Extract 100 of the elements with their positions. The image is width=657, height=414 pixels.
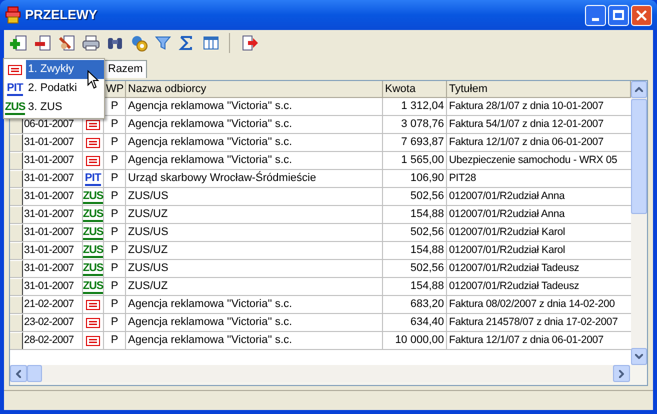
table-cell-text: P (110, 261, 118, 276)
table-cell: Agencja reklamowa ''Victoria'' s.c. (128, 316, 292, 328)
table-cell-text: P (110, 315, 118, 330)
row-selector[interactable] (10, 242, 23, 259)
scrollbar-thumb[interactable] (631, 99, 647, 214)
table-cell-text: P (110, 189, 118, 204)
row-selector[interactable] (10, 332, 23, 349)
app-icon (5, 6, 21, 24)
window-title: PRZELEWY (25, 6, 98, 24)
column-header[interactable]: Nazwa odbiorcy (126, 81, 383, 97)
close-button[interactable] (631, 4, 652, 26)
table-cell-text: P (110, 171, 118, 186)
transfer-form-icon (8, 64, 22, 74)
table-cell-text: P (110, 117, 118, 132)
menu-item[interactable]: 2. Podatki (26, 79, 104, 98)
table-cell-text: P (110, 243, 118, 258)
table-cell: ZUS/US (128, 262, 168, 274)
table-cell: Faktura 12/1/07 z dnia 06-01-2007 (449, 334, 604, 346)
table-cell: 012007/01/R2udział Karol (449, 226, 566, 238)
zus-badge: ZUS (82, 208, 104, 222)
table-cell: 31-01-2007 (24, 190, 74, 202)
mouse-pointer-icon (87, 70, 99, 89)
table-cell-text: P (110, 225, 118, 240)
horizontal-scrollbar[interactable] (10, 365, 630, 382)
caret-up-icon (635, 87, 643, 92)
table-cell: Agencja reklamowa ''Victoria'' s.c. (128, 298, 292, 310)
table-cell: 012007/01/R2udział Anna (449, 208, 565, 220)
table-cell: Faktura 28/1/07 z dnia 10-01-2007 (449, 100, 604, 112)
table-cell: Urząd skarbowy Wrocław-Śródmieście (128, 172, 316, 184)
table-cell: 012007/01/R2udział Tadeusz (449, 262, 580, 274)
row-selector[interactable] (10, 188, 23, 205)
column-header[interactable]: Kwota (383, 81, 447, 97)
caret-right-icon (619, 370, 624, 378)
table-cell-text: 1 312,04 (401, 99, 444, 114)
table-cell: 012007/01/R2udział Karol (449, 244, 566, 256)
table-cell: Faktura 214578/07 z dnia 17-02-2007 (449, 316, 618, 328)
table-cell: 21-02-2007 (24, 298, 74, 310)
table-cell: 31-01-2007 (24, 280, 74, 292)
zus-badge: ZUS (82, 226, 104, 240)
table-cell: 28-02-2007 (24, 334, 74, 346)
table-cell: 31-01-2007 (24, 262, 74, 274)
transfer-form-icon (86, 318, 100, 328)
menu-item[interactable]: 3. ZUS (26, 98, 104, 117)
table-cell: ZUS/UZ (128, 208, 168, 220)
row-selector[interactable] (10, 206, 23, 223)
transfer-form-icon (86, 336, 100, 346)
table-cell: ZUS/US (128, 226, 168, 238)
table-cell-text: P (110, 333, 118, 348)
table-cell-text: P (110, 279, 118, 294)
minimize-button[interactable] (585, 4, 606, 26)
table-cell: ZUS/US (128, 190, 168, 202)
row-selector[interactable] (10, 224, 23, 241)
table-cell: Faktura 54/1/07 z dnia 12-01-2007 (449, 118, 604, 130)
row-selector[interactable] (10, 152, 23, 169)
table-cell: 31-01-2007 (24, 226, 74, 238)
table-cell: Agencja reklamowa ''Victoria'' s.c. (128, 154, 292, 166)
table-cell-text: 154,88 (410, 279, 444, 294)
table-cell-text: P (110, 135, 118, 150)
table-cell-text: P (110, 297, 118, 312)
table-cell-text: 502,56 (410, 261, 444, 276)
pit-badge: PIT (84, 172, 102, 186)
table-cell: 31-01-2007 (24, 154, 74, 166)
caret-left-icon (16, 370, 21, 378)
row-selector[interactable] (10, 278, 23, 295)
table-cell: Agencja reklamowa ''Victoria'' s.c. (128, 118, 292, 130)
table-cell-text: 3 078,76 (401, 117, 444, 132)
table-cell-text: P (110, 99, 118, 114)
table-cell: 31-01-2007 (24, 208, 74, 220)
row-selector[interactable] (10, 314, 23, 331)
vertical-scrollbar[interactable] (631, 81, 647, 365)
tab[interactable]: Razem (104, 60, 147, 78)
table-cell: 31-01-2007 (24, 172, 74, 184)
table-cell: Faktura 12/1/07 z dnia 06-01-2007 (449, 136, 604, 148)
table-cell-text: 154,88 (410, 207, 444, 222)
row-selector[interactable] (10, 260, 23, 277)
transfer-form-icon (86, 138, 100, 148)
table-cell-text: 106,90 (410, 171, 444, 186)
row-selector[interactable] (10, 296, 23, 313)
caret-down-icon (635, 354, 643, 359)
maximize-button[interactable] (608, 4, 629, 26)
zus-badge: ZUS (82, 280, 104, 294)
pit-badge: PIT (6, 82, 24, 96)
table-cell: ZUS/UZ (128, 244, 168, 256)
table-cell: 31-01-2007 (24, 136, 74, 148)
table-cell-text: 634,40 (410, 315, 444, 330)
menu-item[interactable]: 1. Zwykły (26, 60, 104, 79)
table-cell: Faktura 08/02/2007 z dnia 14-02-200 (449, 298, 615, 310)
scrollbar-thumb[interactable] (27, 365, 42, 382)
table-cell: PIT28 (449, 172, 476, 184)
table-cell: Agencja reklamowa ''Victoria'' s.c. (128, 100, 292, 112)
table-cell-text: 7 693,87 (401, 135, 444, 150)
row-selector[interactable] (10, 134, 23, 151)
table-cell: 012007/01/R2udział Tadeusz (449, 280, 580, 292)
table-cell-text: 502,56 (410, 189, 444, 204)
zus-badge: ZUS (82, 190, 104, 204)
row-selector[interactable] (10, 170, 23, 187)
table-cell: 012007/01/R2udział Anna (449, 190, 565, 202)
table-cell: ZUS/UZ (128, 280, 168, 292)
table-cell-text: P (110, 207, 118, 222)
table-cell: 31-01-2007 (24, 244, 74, 256)
